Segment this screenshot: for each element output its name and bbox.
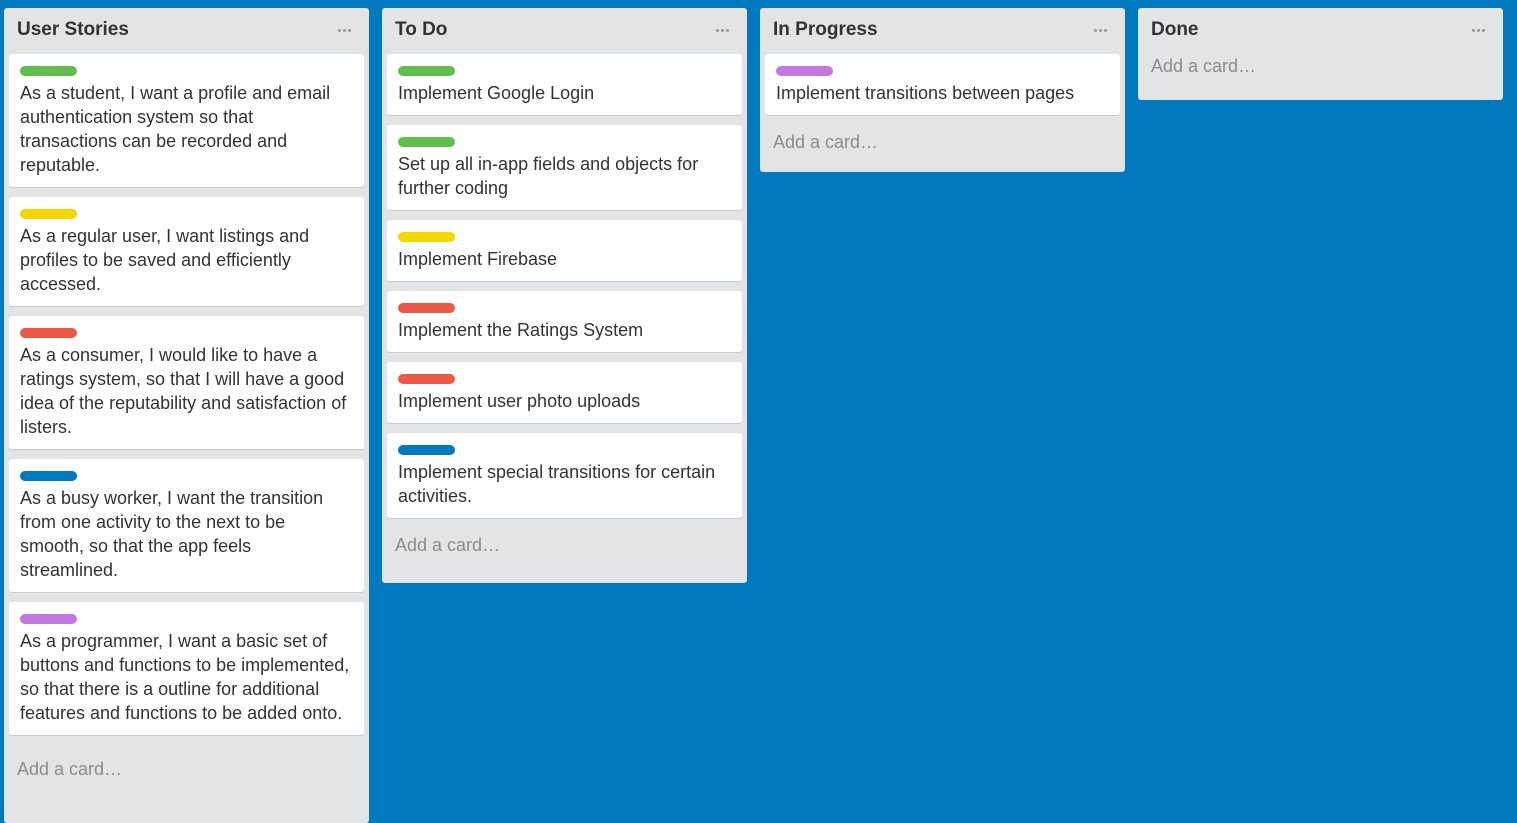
list-to-do: To Do Implement Google Login Set up all … xyxy=(382,8,747,583)
card-title: As a programmer, I want a basic set of b… xyxy=(20,631,350,723)
card-label-green xyxy=(20,66,77,76)
card-title: Implement user photo uploads xyxy=(398,391,641,411)
list-title[interactable]: In Progress xyxy=(773,19,878,41)
card-label-purple xyxy=(776,66,833,76)
card-title: Set up all in-app fields and objects for… xyxy=(398,154,699,198)
card-list: As a student, I want a profile and email… xyxy=(9,54,364,735)
card[interactable]: Implement special transitions for certai… xyxy=(387,433,742,518)
card[interactable]: Implement Firebase xyxy=(387,220,742,281)
list-menu-button[interactable] xyxy=(332,20,356,40)
card-title: As a regular user, I want listings and p… xyxy=(20,226,310,294)
card-label-yellow xyxy=(398,232,455,242)
more-icon xyxy=(715,28,729,32)
list-menu-button[interactable] xyxy=(710,20,734,40)
card[interactable]: Implement transitions between pages xyxy=(765,54,1120,115)
list-menu-button[interactable] xyxy=(1466,20,1490,40)
card[interactable]: Set up all in-app fields and objects for… xyxy=(387,125,742,210)
list-done: Done Add a card… xyxy=(1138,8,1503,100)
card-label-red xyxy=(398,374,455,384)
card-label-purple xyxy=(20,614,77,624)
more-icon xyxy=(337,28,351,32)
card-title: As a consumer, I would like to have a ra… xyxy=(20,345,347,437)
card-title: Implement the Ratings System xyxy=(398,320,644,340)
card[interactable]: Implement the Ratings System xyxy=(387,291,742,352)
card-list: Implement Google Login Set up all in-app… xyxy=(387,54,742,518)
card[interactable]: Implement Google Login xyxy=(387,54,742,115)
card-label-red xyxy=(20,328,77,338)
list-in-progress: In Progress Implement transitions betwee… xyxy=(760,8,1125,172)
card-title: As a busy worker, I want the transition … xyxy=(20,488,324,580)
add-card-button[interactable]: Add a card… xyxy=(1148,44,1493,88)
card[interactable]: As a consumer, I would like to have a ra… xyxy=(9,316,364,449)
card-label-green xyxy=(398,137,455,147)
card[interactable]: As a programmer, I want a basic set of b… xyxy=(9,602,364,735)
list-menu-button[interactable] xyxy=(1088,20,1112,40)
card[interactable]: Implement user photo uploads xyxy=(387,362,742,423)
card-label-blue xyxy=(398,445,455,455)
card-label-blue xyxy=(20,471,77,481)
card[interactable]: As a busy worker, I want the transition … xyxy=(9,459,364,592)
card[interactable]: As a regular user, I want listings and p… xyxy=(9,197,364,306)
more-icon xyxy=(1093,28,1107,32)
card-title: Implement Firebase xyxy=(398,249,558,269)
card-label-yellow xyxy=(20,209,77,219)
add-card-button[interactable]: Add a card… xyxy=(392,518,737,572)
add-card-button[interactable]: Add a card… xyxy=(770,115,1115,169)
list-title[interactable]: To Do xyxy=(395,19,447,41)
list-header: To Do xyxy=(392,8,737,52)
card-list: Implement transitions between pages xyxy=(765,54,1120,115)
list-header: User Stories xyxy=(14,8,359,52)
more-icon xyxy=(1471,28,1485,32)
board: User Stories As a student, I want a prof… xyxy=(0,0,1517,823)
add-card-button[interactable]: Add a card… xyxy=(14,735,359,801)
list-user-stories: User Stories As a student, I want a prof… xyxy=(4,8,369,823)
card-title: Implement Google Login xyxy=(398,83,595,103)
card[interactable]: As a student, I want a profile and email… xyxy=(9,54,364,187)
list-title[interactable]: Done xyxy=(1151,19,1199,41)
list-title[interactable]: User Stories xyxy=(17,19,129,41)
list-header: In Progress xyxy=(770,8,1115,52)
card-title: Implement transitions between pages xyxy=(776,83,1075,103)
card-label-green xyxy=(398,66,455,76)
card-label-red xyxy=(398,303,455,313)
card-title: As a student, I want a profile and email… xyxy=(20,83,331,175)
card-title: Implement special transitions for certai… xyxy=(398,462,716,506)
